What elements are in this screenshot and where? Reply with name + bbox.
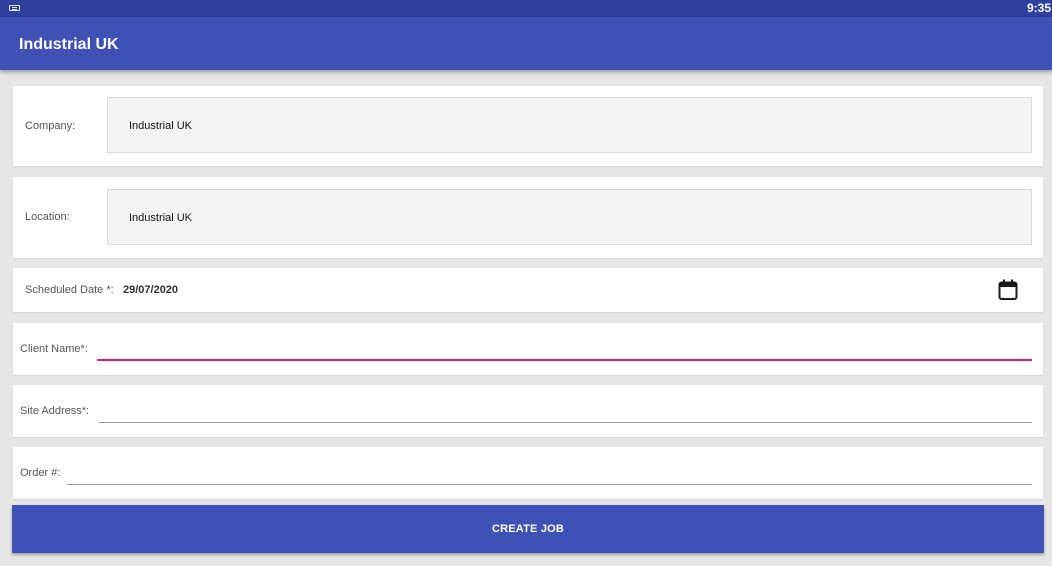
location-label: Location: xyxy=(25,211,70,223)
location-value: Industrial UK xyxy=(129,212,192,224)
app-bar: Industrial UK xyxy=(0,17,1052,70)
keyboard-icon xyxy=(9,5,20,11)
order-number-input[interactable] xyxy=(67,484,1032,485)
status-bar: 9:35 xyxy=(0,0,1052,17)
scheduled-date-label: Scheduled Date *: xyxy=(25,284,114,296)
company-field[interactable]: Industrial UK xyxy=(107,97,1032,153)
company-label: Company: xyxy=(25,120,76,132)
company-value: Industrial UK xyxy=(129,120,192,132)
order-number-label: Order #: xyxy=(20,467,61,479)
client-name-label: Client Name*: xyxy=(20,343,88,355)
client-name-input[interactable] xyxy=(97,359,1032,361)
app-title: Industrial UK xyxy=(19,36,119,53)
site-address-input[interactable] xyxy=(99,422,1032,423)
status-clock: 9:35 xyxy=(1026,1,1051,15)
scheduled-date-value[interactable]: 29/07/2020 xyxy=(123,284,178,297)
company-card: Company: Industrial UK xyxy=(13,86,1043,166)
create-job-button[interactable]: CREATE JOB xyxy=(12,505,1044,553)
order-number-card: Order #: xyxy=(13,447,1043,499)
calendar-icon[interactable] xyxy=(998,279,1018,301)
client-name-card: Client Name*: xyxy=(13,323,1043,375)
location-field[interactable]: Industrial UK xyxy=(107,189,1032,245)
site-address-card: Site Address*: xyxy=(13,385,1043,437)
scheduled-date-card: Scheduled Date *: 29/07/2020 xyxy=(13,268,1043,312)
location-card: Location: Industrial UK xyxy=(13,177,1043,258)
site-address-label: Site Address*: xyxy=(20,405,90,417)
